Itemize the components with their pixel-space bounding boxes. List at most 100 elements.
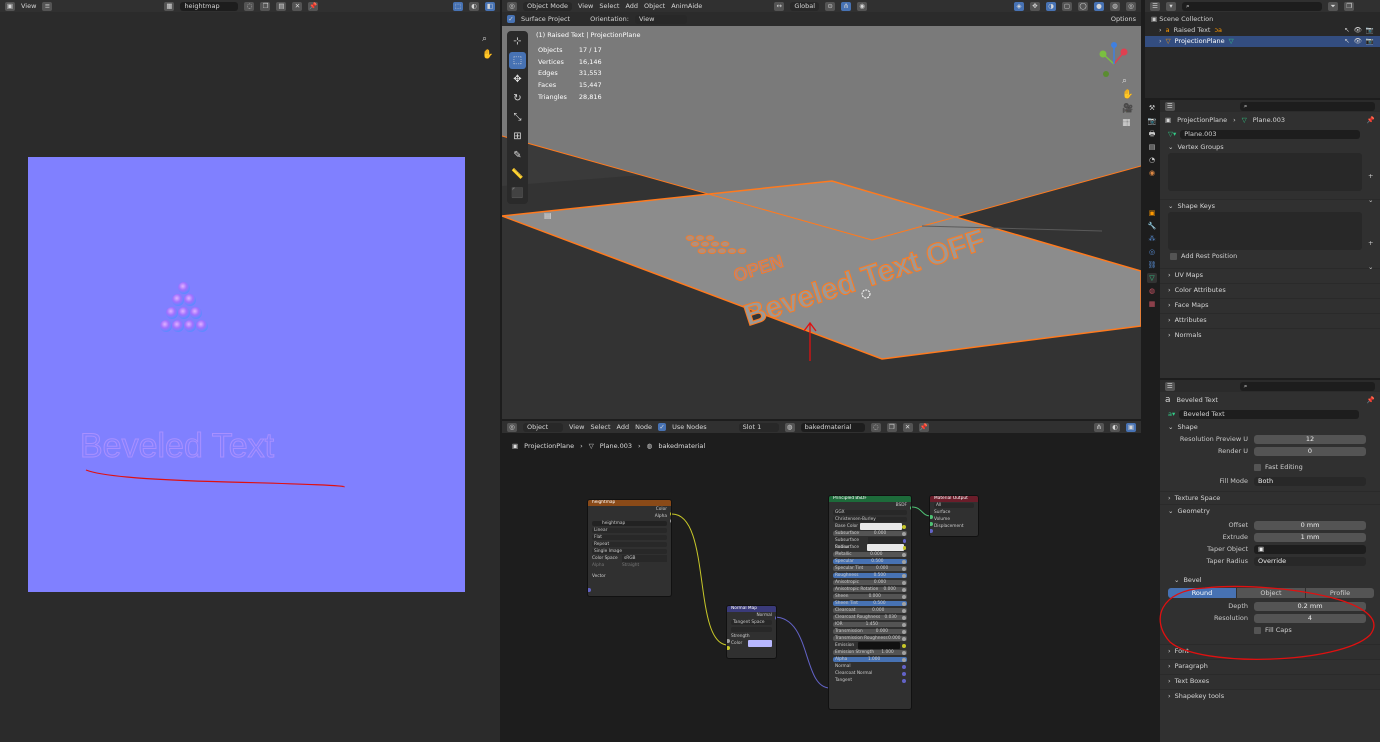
principled-bsdf-node[interactable]: Principled BSDF BSDF GGX Christensen-Bur…: [828, 495, 912, 710]
camera-icon[interactable]: 🎥: [1122, 104, 1133, 114]
image-name-field[interactable]: heightmap: [180, 1, 239, 11]
list-menu-icon[interactable]: ⌄: [1368, 263, 1373, 271]
bsdf-input-row[interactable]: Clearcoat Roughness 0.030: [829, 614, 911, 621]
material-output-node[interactable]: Material Output All Surface Volume Displ…: [929, 495, 979, 537]
display-mode-icon[interactable]: ▾: [1166, 1, 1176, 11]
select-toggle-icon[interactable]: ↖: [1344, 36, 1349, 47]
data-tab-icon[interactable]: ▽: [1147, 273, 1157, 283]
bsdf-input-row[interactable]: Base Color: [829, 523, 911, 530]
render-u-field[interactable]: 0: [1254, 446, 1366, 456]
particles-tab-icon[interactable]: ⁂: [1147, 234, 1157, 244]
input-socket[interactable]: [902, 531, 906, 536]
bsdf-input-row[interactable]: Sheen Tint 0.500: [829, 600, 911, 607]
input-socket[interactable]: [902, 580, 906, 585]
bsdf-input-row[interactable]: Emission: [829, 642, 911, 649]
panel-texture-space[interactable]: › Texture Space: [1160, 491, 1380, 504]
input-socket[interactable]: [901, 573, 906, 578]
transform-tool-icon[interactable]: ⊞: [509, 128, 526, 145]
bsdf-input-row[interactable]: Normal: [829, 663, 911, 670]
mesh-browse-icon[interactable]: ▽▾: [1168, 130, 1176, 138]
vertex-groups-list[interactable]: [1168, 153, 1362, 191]
list-add-icon[interactable]: +: [1368, 239, 1373, 247]
options-button[interactable]: Options: [1111, 15, 1136, 23]
editor-type-icon[interactable]: ◎: [507, 1, 517, 11]
color-swatch[interactable]: [866, 544, 904, 551]
offset-field[interactable]: 0 mm: [1254, 520, 1366, 530]
input-socket[interactable]: [902, 559, 906, 564]
snap-magnet-icon[interactable]: ⋔: [841, 1, 852, 11]
select-toggle-icon[interactable]: ↖: [1344, 25, 1349, 36]
input-socket[interactable]: [901, 601, 906, 606]
wireframe-shading-icon[interactable]: ◯: [1078, 1, 1088, 11]
menu-add[interactable]: Add: [625, 2, 638, 10]
bsdf-input-row[interactable]: Roughness 0.500: [829, 572, 911, 579]
bsdf-input-row[interactable]: Specular 0.500: [829, 558, 911, 565]
vector-dropdown[interactable]: [868, 537, 904, 544]
mesh-name-field[interactable]: Plane.003: [1180, 129, 1361, 139]
bsdf-input-row[interactable]: Clearcoat Normal: [829, 670, 911, 677]
render-toggle-icon[interactable]: 📷: [1366, 25, 1380, 36]
rotate-tool-icon[interactable]: ↻: [509, 90, 526, 107]
normal-map-node[interactable]: Normal Map Normal Tangent Space Strength…: [726, 605, 777, 659]
world-tab-icon[interactable]: ◉: [1147, 168, 1157, 178]
scale-tool-icon[interactable]: ⤡: [509, 109, 526, 126]
editor-type-icon[interactable]: ☰: [1165, 101, 1175, 111]
alpha-value[interactable]: Straight: [622, 562, 667, 569]
display-channels-icon[interactable]: ◧: [485, 1, 495, 11]
viewport-3d[interactable]: ◎ Object Mode View Select Add Object Ani…: [502, 0, 1141, 419]
bsdf-input-row[interactable]: Subsurface Color: [829, 544, 911, 557]
modifier-tab-icon[interactable]: 🔧: [1147, 221, 1157, 231]
input-socket[interactable]: [902, 643, 906, 648]
input-socket[interactable]: [901, 608, 906, 613]
color-swatch[interactable]: [859, 523, 902, 530]
new-collection-icon[interactable]: ❐: [1344, 1, 1354, 11]
panel-text-boxes[interactable]: › Text Boxes: [1160, 674, 1380, 687]
fake-user-icon[interactable]: ◌: [244, 1, 255, 11]
new-image-icon[interactable]: ❐: [260, 1, 271, 11]
material-shading-icon[interactable]: ◍: [1110, 1, 1120, 11]
panel-attributes[interactable]: › Attributes: [1160, 313, 1380, 326]
bsdf-input-row[interactable]: Transmission 0.000: [829, 628, 911, 635]
menu-object[interactable]: Object: [644, 2, 665, 10]
hand-icon[interactable]: ✋: [1122, 90, 1133, 100]
fast-editing-checkbox[interactable]: [1254, 463, 1261, 471]
properties-search[interactable]: ⌕: [1239, 381, 1375, 391]
input-socket[interactable]: [901, 664, 906, 669]
expand-icon[interactable]: ›: [1159, 36, 1162, 47]
view-object-types-icon[interactable]: ◈: [1014, 1, 1024, 11]
text-data-name-field[interactable]: Beveled Text: [1179, 409, 1360, 419]
measure-tool-icon[interactable]: 📏: [509, 166, 526, 183]
filter-icon[interactable]: ⏷: [1328, 1, 1338, 11]
orientation-dropdown[interactable]: Global: [790, 1, 820, 11]
add-cube-tool-icon[interactable]: ⬛: [509, 185, 526, 202]
outliner-item-projection-plane[interactable]: › ▽ ProjectionPlane ▽ ↖ 👁 📷: [1145, 36, 1380, 47]
list-menu-icon[interactable]: ⌄: [1368, 196, 1373, 204]
input-socket[interactable]: [901, 629, 906, 634]
editor-type-icon[interactable]: ☰: [1165, 381, 1175, 391]
unlink-icon[interactable]: ✕: [292, 1, 303, 11]
rendered-shading-icon[interactable]: ◎: [1126, 1, 1136, 11]
distribution-dropdown[interactable]: GGX: [833, 509, 845, 516]
projection-dropdown[interactable]: Flat: [592, 534, 602, 541]
mode-dropdown[interactable]: Object Mode: [523, 1, 572, 11]
view-menu[interactable]: View: [21, 2, 36, 10]
pin-icon[interactable]: 📌: [1367, 396, 1375, 404]
subsurface-method-dropdown[interactable]: Christensen-Burley: [833, 516, 876, 523]
physics-tab-icon[interactable]: ◎: [1147, 247, 1157, 257]
input-socket[interactable]: [902, 552, 906, 557]
panel-uv-maps[interactable]: › UV Maps: [1160, 268, 1380, 281]
visibility-icon[interactable]: 👁: [1354, 36, 1362, 47]
orientation-value[interactable]: View: [634, 14, 687, 24]
render-tab-icon[interactable]: 📷: [1147, 116, 1157, 126]
bsdf-input-row[interactable]: Metallic 0.000: [829, 551, 911, 558]
overlay-icon[interactable]: ◐: [469, 1, 479, 11]
cursor-tool-icon[interactable]: ⊹: [509, 33, 526, 50]
interpolation-dropdown[interactable]: Linear: [592, 527, 607, 534]
image-field[interactable]: heightmap: [592, 520, 625, 527]
open-image-icon[interactable]: ▤: [276, 1, 287, 11]
panel-normals[interactable]: › Normals: [1160, 328, 1380, 341]
surface-project-checkbox[interactable]: ✓: [507, 15, 515, 23]
view-layer-tab-icon[interactable]: ▤: [1147, 142, 1157, 152]
taper-object-field[interactable]: ▣: [1254, 544, 1366, 554]
properties-search[interactable]: ⌕: [1239, 101, 1375, 111]
